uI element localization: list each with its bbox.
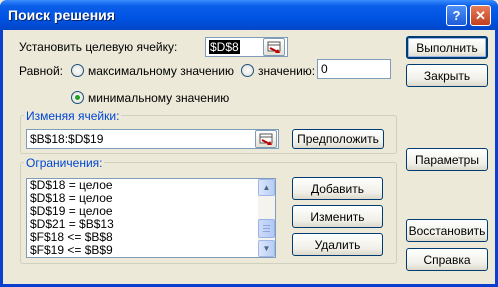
list-item[interactable]: $F$19 <= $B$9 [27, 244, 275, 257]
radio-max[interactable] [71, 64, 84, 77]
title-bar: Поиск решения ? ✕ [0, 0, 498, 30]
solve-button[interactable]: Выполнить [406, 36, 488, 59]
radio-min-label: минимальному значению [88, 91, 230, 105]
scroll-up-button[interactable]: ▲ [258, 179, 275, 196]
constraints-label: Ограничения: [24, 156, 105, 170]
delete-constraint-button[interactable]: Удалить [292, 233, 383, 256]
close-title-button[interactable]: ✕ [470, 5, 491, 26]
target-collapse-button[interactable] [263, 38, 285, 56]
window-title: Поиск решения [8, 7, 115, 23]
constraints-list[interactable]: $D$18 = целое $D$18 = целое $D$19 = цело… [26, 178, 276, 258]
options-button[interactable]: Параметры [406, 148, 488, 171]
collapse-dialog-icon [267, 41, 281, 53]
changing-cells-label: Изменяя ячейки: [24, 109, 122, 123]
change-constraint-button[interactable]: Изменить [292, 205, 383, 228]
collapse-dialog-icon [259, 133, 273, 145]
target-cell-value: $D$8 [209, 40, 240, 54]
value-input[interactable]: 0 [317, 59, 391, 79]
help-title-button[interactable]: ? [446, 5, 467, 26]
reset-all-button[interactable]: Восстановить [406, 219, 488, 242]
close-button[interactable]: Закрыть [406, 64, 488, 87]
radio-value[interactable] [241, 64, 254, 77]
target-cell-label: Установить целевую ячейку: [19, 40, 178, 54]
close-icon: ✕ [475, 7, 486, 23]
changing-cells-field[interactable]: $B$18:$D$19 [26, 129, 279, 149]
changing-cells-value: $B$18:$D$19 [30, 132, 104, 146]
chevron-up-icon: ▲ [262, 183, 271, 192]
add-constraint-button[interactable]: Добавить [292, 177, 383, 200]
question-icon: ? [452, 8, 461, 23]
help-button[interactable]: Справка [406, 248, 488, 271]
value-input-text: 0 [321, 62, 328, 76]
equal-to-label: Равной: [19, 64, 63, 78]
radio-max-label: максимальному значению [88, 64, 235, 78]
radio-min[interactable] [71, 91, 84, 104]
scroll-thumb[interactable] [258, 219, 275, 238]
scroll-down-button[interactable]: ▼ [258, 240, 275, 257]
guess-button[interactable]: Предположить [292, 129, 384, 149]
changing-collapse-button[interactable] [255, 130, 277, 148]
radio-value-label: значению: [258, 64, 316, 78]
chevron-down-icon: ▼ [262, 244, 271, 253]
vertical-scrollbar[interactable]: ▲ ▼ [258, 179, 275, 257]
